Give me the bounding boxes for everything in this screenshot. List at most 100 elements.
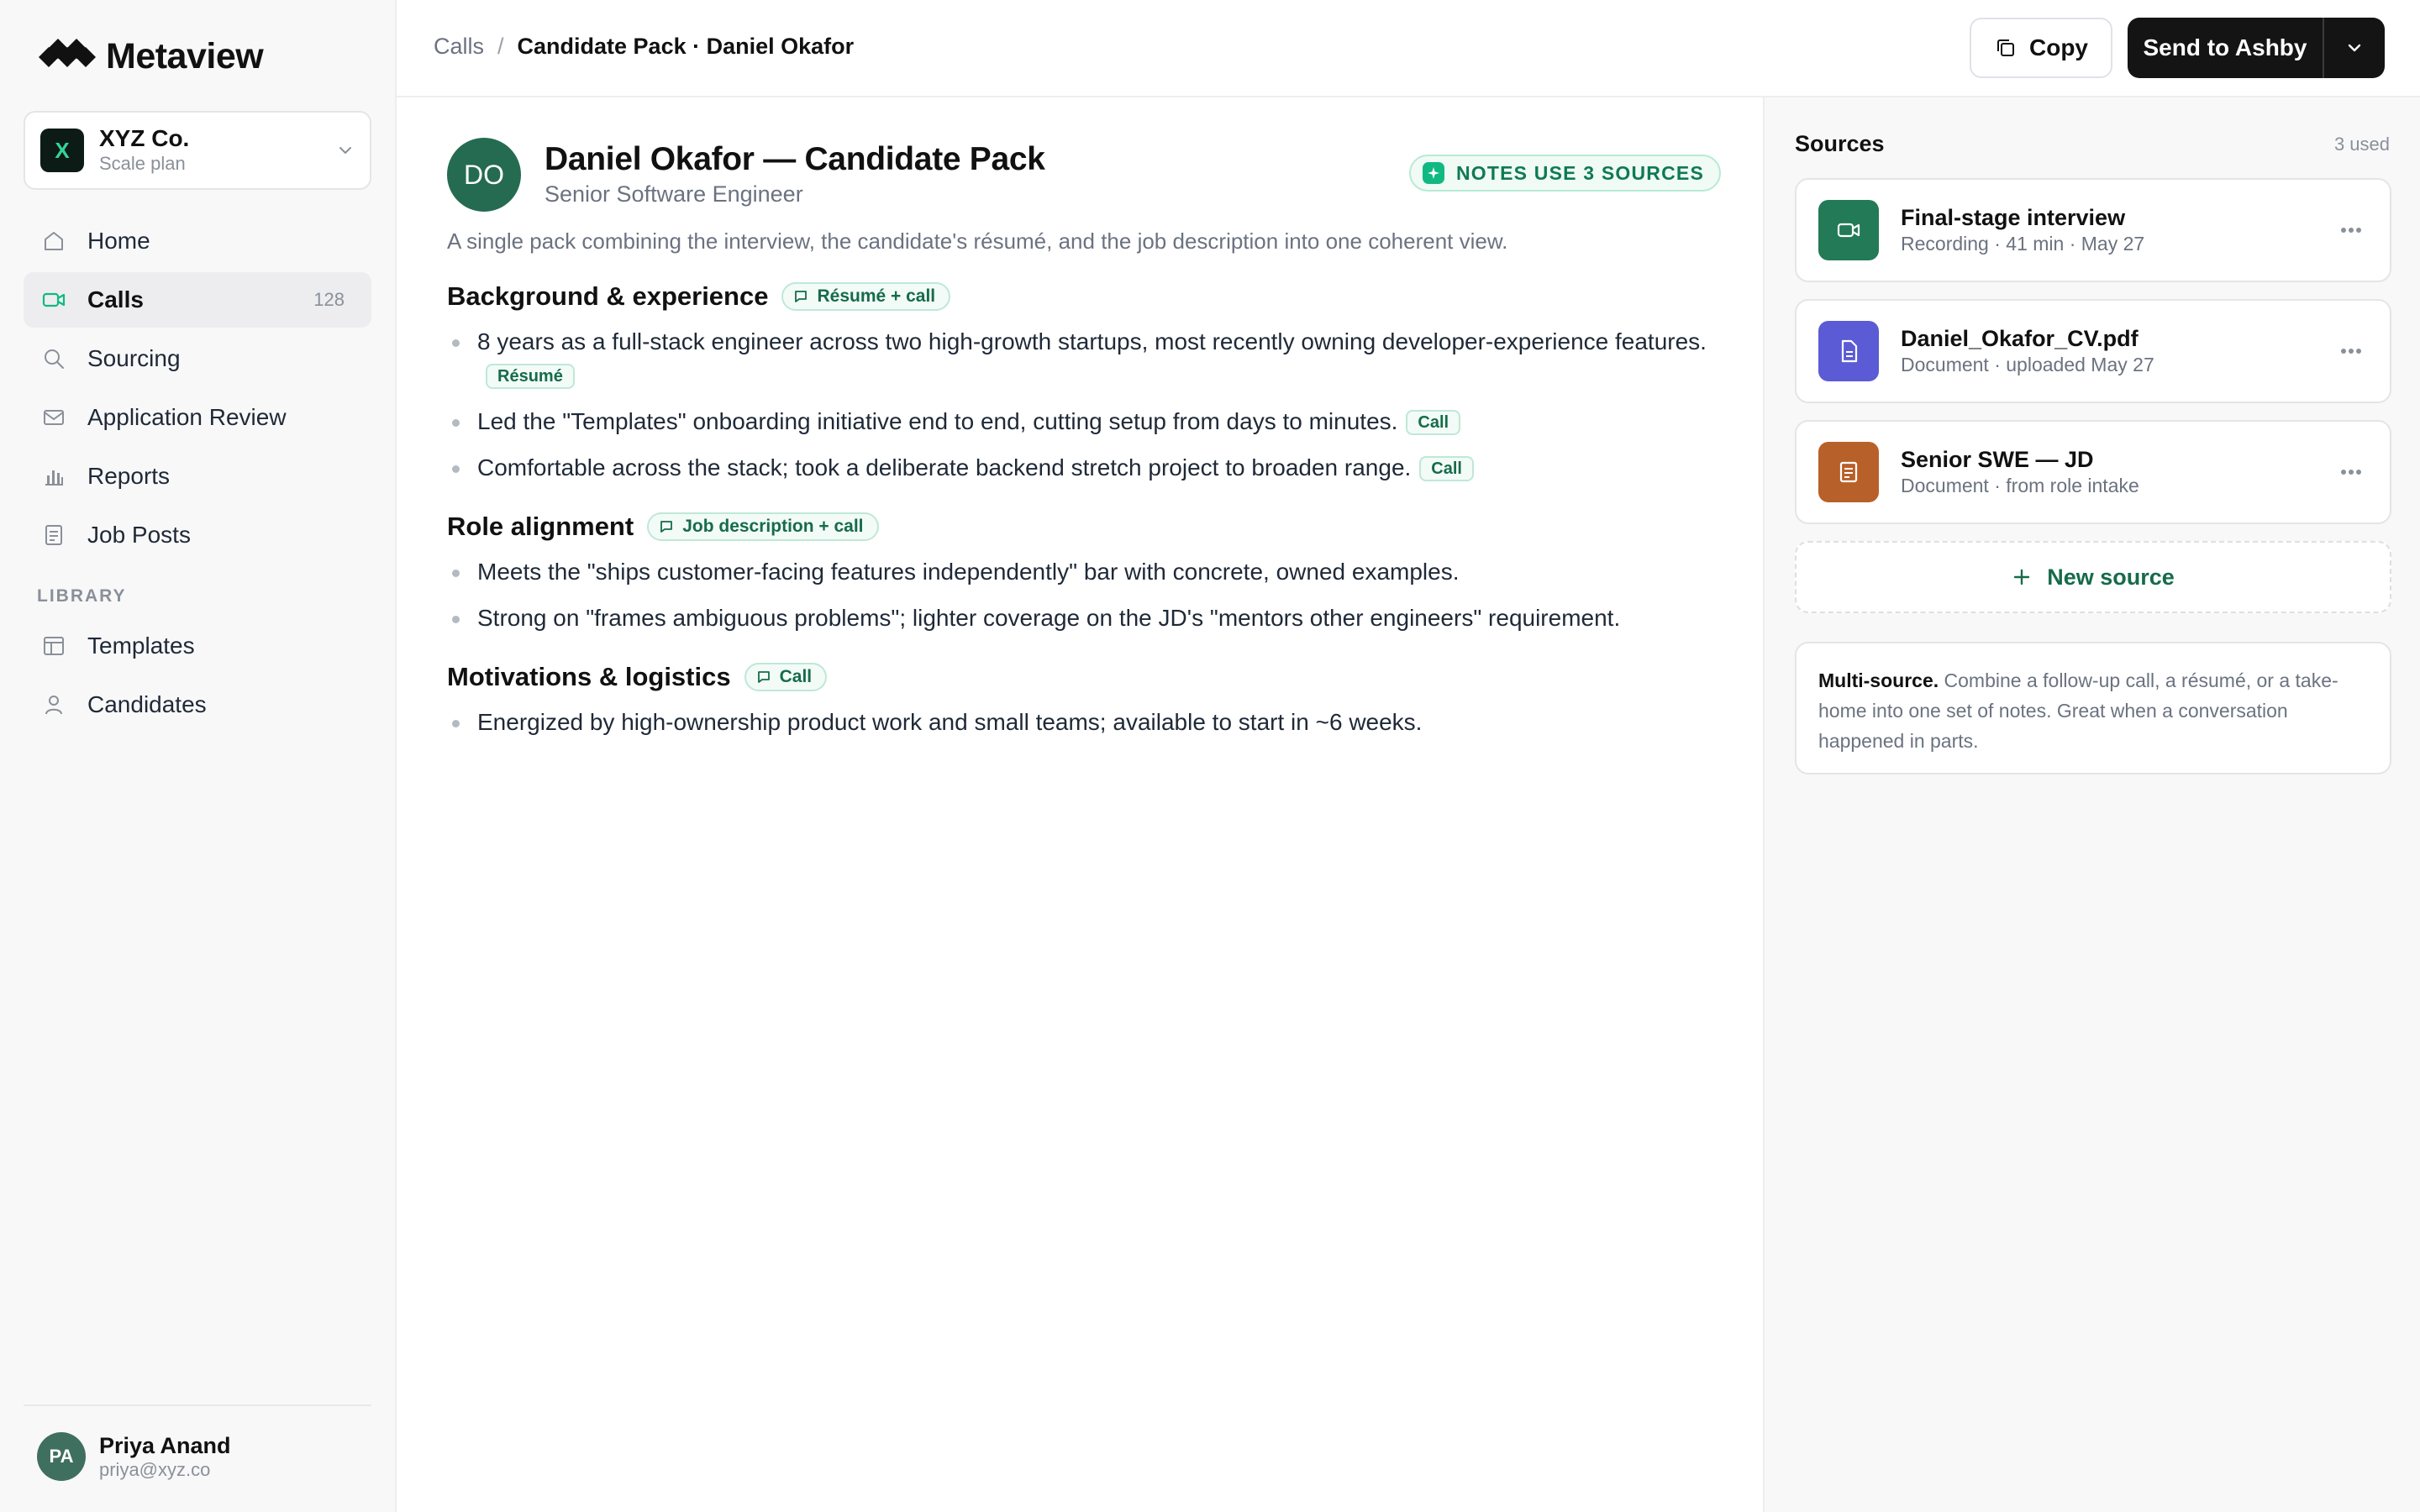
sidebar-item-label: Job Posts [87,522,191,548]
candidate-avatar: DO [447,138,521,212]
sidebar-item-calls[interactable]: Calls 128 [24,272,371,328]
citation-tag-label: Résumé [497,367,563,386]
bullet-text: Meets the "ships customer-facing feature… [477,559,1460,585]
sidebar-item-home[interactable]: Home [24,213,371,269]
more-horizontal-icon [2341,470,2361,475]
section-background-experience: Background & experience Résumé + call 8 … [447,280,1721,485]
source-name: Senior SWE — JD [1901,447,2094,472]
sources-panel: Sources 3 used Final-stage interview Rec… [1763,97,2420,1512]
sidebar-item-templates[interactable]: Templates [24,618,371,674]
sidebar-item-label: Reports [87,463,171,489]
sidebar-item-label: Sourcing [87,345,181,371]
pack-header: DO Daniel Okafor — Candidate Pack Senior… [447,138,1721,215]
bullet-text: Strong on "frames ambiguous problems"; l… [477,605,1621,631]
sidebar-item-candidates[interactable]: Candidates [24,677,371,732]
mail-icon [40,404,67,431]
source-name: Final-stage interview [1901,205,2126,230]
workspace-plan: Scale plan [99,153,186,174]
source-info: Senior SWE — JD Document · from role int… [1901,446,2334,498]
user-profile[interactable]: PA Priya Anand priya@xyz.co [24,1404,371,1492]
source-chip-label: Job description + call [682,517,864,536]
sidebar: Metaview X XYZ Co. Scale plan Home Calls… [0,0,397,1512]
more-horizontal-icon [2341,228,2361,233]
bullet-text: 8 years as a full-stack engineer across … [477,328,1707,354]
sidebar-item-label: Templates [87,633,195,659]
source-icon-tile [1818,442,1879,502]
document-icon [1839,461,1858,483]
send-options-dropdown[interactable] [2324,18,2385,78]
source-card-cv[interactable]: Daniel_Okafor_CV.pdf Document · uploaded… [1795,299,2391,403]
copy-button[interactable]: Copy [1970,18,2112,78]
sidebar-item-label: Calls [87,286,144,312]
page-title: Daniel Okafor — Candidate Pack [544,141,1045,177]
source-meta: Recording · 41 min · May 27 [1901,233,2145,255]
brand-logo[interactable]: Metaview [37,36,264,76]
notes-sources-badge: NOTES USE 3 SOURCES [1408,155,1721,192]
bullet-text: Comfortable across the stack; took a del… [477,454,1412,480]
sidebar-item-application-review[interactable]: Application Review [24,390,371,445]
candidate-role: Senior Software Engineer [544,181,803,207]
info-card-heading: Multi-source. [1818,669,1939,691]
source-chip-label: Résumé + call [817,286,936,306]
workspace-info: XYZ Co. Scale plan [99,125,336,176]
video-icon [40,286,67,313]
source-name: Daniel_Okafor_CV.pdf [1901,326,2139,351]
top-bar: Calls / Candidate Pack · Daniel Okafor C… [397,0,2420,97]
avatar: PA [37,1432,86,1481]
sidebar-item-sourcing[interactable]: Sourcing [24,331,371,386]
library-section-label: LIBRARY [37,586,127,606]
source-chip[interactable]: Call [744,663,828,691]
citation-tag-label: Call [1418,413,1449,432]
home-icon [40,228,67,255]
bullet-text: Energized by high-ownership product work… [477,709,1423,735]
source-card-interview[interactable]: Final-stage interview Recording · 41 min… [1795,178,2391,282]
template-icon [40,633,67,659]
bullet-list: Meets the "ships customer-facing feature… [447,555,1721,635]
chevron-down-icon [339,147,351,154]
send-to-ashby-button[interactable]: Send to Ashby [2128,18,2323,78]
source-chip-label: Call [779,667,813,686]
citation-tag[interactable]: Call [1419,456,1474,481]
file-icon [1841,339,1858,363]
source-card-jd[interactable]: Senior SWE — JD Document · from role int… [1795,420,2391,524]
workspace-switcher[interactable]: X XYZ Co. Scale plan [24,111,371,190]
source-chip[interactable]: Job description + call [647,512,879,541]
more-horizontal-icon [2341,349,2361,354]
user-email: priya@xyz.co [99,1459,211,1480]
new-source-button[interactable]: New source [1795,541,2391,613]
main-nav: Home Calls 128 Sourcing Application Revi… [24,213,371,736]
list-item: Led the "Templates" onboarding initiativ… [447,405,1721,438]
list-item: Meets the "ships customer-facing feature… [447,555,1721,589]
candidate-pack-content: DO Daniel Okafor — Candidate Pack Senior… [397,97,1763,1512]
citation-tag[interactable]: Call [1406,410,1461,435]
more-options-button[interactable] [2334,455,2368,489]
source-chip[interactable]: Résumé + call [781,282,951,311]
source-meta: Document · uploaded May 27 [1901,354,2154,375]
multi-source-info-card: Multi-source. Combine a follow-up call, … [1795,642,2391,774]
section-header: Role alignment Job description + call [447,510,1721,543]
breadcrumb-calls-link[interactable]: Calls [434,34,484,60]
comment-icon [660,521,673,533]
section-role-alignment: Role alignment Job description + call Me… [447,510,1721,635]
sidebar-item-reports[interactable]: Reports [24,449,371,504]
section-title: Background & experience [447,281,769,311]
sidebar-item-label: Home [87,228,150,254]
breadcrumb-separator: / [497,34,504,59]
pack-description: A single pack combining the interview, t… [447,228,1508,254]
more-options-button[interactable] [2334,213,2368,247]
copy-icon [1997,39,2014,56]
user-info: Priya Anand priya@xyz.co [99,1432,231,1481]
chevron-down-icon [2348,44,2361,52]
send-button-group: Send to Ashby [2128,18,2385,78]
citation-tag[interactable]: Résumé [486,364,575,389]
bullet-list: Energized by high-ownership product work… [447,706,1721,739]
sources-header: Sources 3 used [1795,131,2390,157]
section-header: Motivations & logistics Call [447,660,1721,694]
person-icon [40,691,67,718]
source-meta: Document · from role intake [1901,475,2139,496]
section-title: Motivations & logistics [447,662,731,691]
new-source-label: New source [2047,564,2175,590]
sidebar-item-job-posts[interactable]: Job Posts [24,507,371,563]
workspace-name: XYZ Co. [99,125,190,151]
more-options-button[interactable] [2334,334,2368,368]
